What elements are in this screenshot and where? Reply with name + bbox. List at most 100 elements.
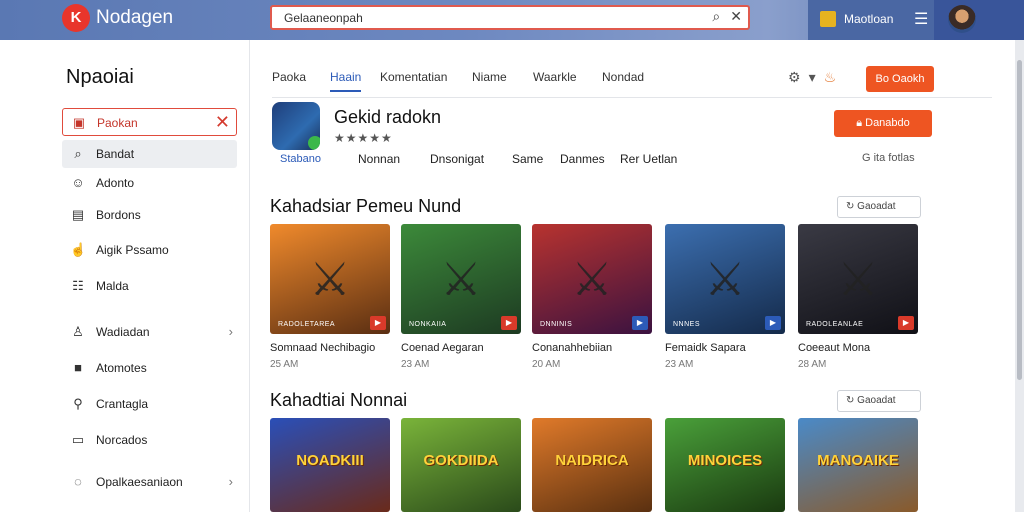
sidebar-item-label: Opalkaesaniaon [96, 475, 183, 489]
app-title: Gekid radokn [334, 107, 442, 127]
user-icon: ♙ [72, 324, 84, 339]
main-content: Paoka Haain Komentatian Niame Waarkle No… [249, 40, 1015, 512]
tab-paoka[interactable]: Paoka [272, 70, 306, 84]
game-thumbnail[interactable]: MANOAIKE [798, 418, 918, 512]
sidebar-item-wadiadan[interactable]: ♙ Wadiadan › [62, 318, 237, 346]
game-card[interactable]: MANOAIKE [798, 418, 918, 512]
character-art-icon: ⚔ [571, 253, 613, 305]
game-size: 28 AM [798, 359, 827, 370]
tab-niame[interactable]: Niame [472, 70, 507, 84]
tab-komentatian[interactable]: Komentatian [380, 70, 447, 84]
thumbnail-caption: NONKAIIA [409, 321, 447, 328]
user-name[interactable]: Maotloan [844, 12, 893, 26]
game-thumbnail[interactable]: ⚔ NONKAIIA ▶ [401, 224, 521, 334]
app-icon [272, 102, 320, 150]
sidebar-item-label: Norcados [96, 433, 148, 447]
game-card[interactable]: ⚔ NNNES ▶ Femaidk Sapara 23 AM [665, 224, 785, 370]
tab-waarkle[interactable]: Waarkle [533, 70, 577, 84]
thumbnail-caption: DNNINIS [540, 321, 573, 328]
lock-icon: 🔒︎ [856, 117, 863, 129]
sidebar-item-aigik[interactable]: ☝ Aigik Pssamo [62, 236, 237, 264]
chevron-right-icon: › [228, 324, 233, 339]
game-card[interactable]: ⚔ DNNINIS ▶ Conanahhebiian 20 AM [532, 224, 652, 370]
game-thumbnail[interactable]: ⚔ NNNES ▶ [665, 224, 785, 334]
game-card[interactable]: ⚔ RADOLETAREA ▶ Somnaad Nechibagio 25 AM [270, 224, 390, 370]
scrollbar-thumb[interactable] [1017, 60, 1022, 380]
settings-icon[interactable]: ⚙ [788, 69, 801, 86]
sidebar-item-paokan[interactable]: ▣ Paokan ✕ [62, 108, 237, 136]
search-icon[interactable]: ⌕ [712, 8, 720, 25]
app-meta-item: Same [512, 152, 544, 166]
thumbnail-caption: RADOLETAREA [278, 321, 336, 328]
game-card[interactable]: ⚔ NONKAIIA ▶ Coenad Aegaran 23 AM [401, 224, 521, 370]
sidebar-item-norcados[interactable]: ▭ Norcados [62, 426, 237, 454]
badge-icon [820, 11, 836, 27]
sidebar-item-bordons[interactable]: ▤ Bordons [62, 201, 237, 229]
store-badge-icon: ▶ [632, 316, 648, 330]
search-box[interactable]: Gelaaneonpah ⌕ ✕ [270, 5, 750, 30]
section-filter-1[interactable]: ↻ Gaoadat [837, 196, 921, 218]
tab-nondad[interactable]: Nondad [602, 70, 644, 84]
app-logo[interactable]: K [62, 4, 90, 32]
game-card[interactable]: NOADKIII [270, 418, 390, 512]
section-filter-2[interactable]: ↻ Gaoadat [837, 390, 921, 412]
search-input[interactable]: Gelaaneonpah [284, 11, 363, 25]
store-badge-icon: ▶ [765, 316, 781, 330]
app-meta-item: Nonnan [358, 152, 401, 166]
square-icon: ■ [74, 360, 82, 375]
game-card[interactable]: ⚔ RADOLEANLAE ▶ Coeeaut Mona 28 AM [798, 224, 918, 370]
game-thumbnail[interactable]: GOKDIIDA [401, 418, 521, 512]
bag-icon: ▣ [72, 115, 86, 130]
game-title[interactable]: Coenad Aegaran [401, 342, 521, 354]
game-title[interactable]: Conanahhebiian [532, 342, 652, 354]
thumbnail-title: MANOAIKE [817, 451, 899, 469]
app-meta-right[interactable]: G ita fotlas [862, 152, 915, 164]
tab-haain[interactable]: Haain [330, 70, 362, 92]
game-card[interactable]: MINOICES [665, 418, 785, 512]
game-thumbnail[interactable]: ⚔ DNNINIS ▶ [532, 224, 652, 334]
user-menu[interactable]: Maotloan ☰ [808, 0, 934, 40]
hamburger-menu-icon[interactable]: ☰ [914, 9, 928, 29]
filter-label: Gaoadat [857, 201, 896, 212]
sidebar-title: Npaoiai [66, 66, 134, 88]
chevron-down-icon[interactable]: ▾ [809, 69, 816, 86]
clear-icon[interactable]: ✕ [730, 8, 742, 25]
game-card[interactable]: GOKDIIDA [401, 418, 521, 512]
sidebar-item-bandat[interactable]: ⌕ Bandat [62, 140, 237, 168]
game-thumbnail[interactable]: ⚔ RADOLETAREA ▶ [270, 224, 390, 334]
character-art-icon: ⚔ [837, 253, 879, 305]
character-art-icon: ⚔ [309, 253, 351, 305]
game-size: 25 AM [270, 359, 299, 370]
sidebar-item-label: Wadiadan [96, 325, 150, 339]
sidebar-item-crantagla[interactable]: ⚲ Crantagla [62, 390, 237, 418]
thumbnail-caption: NNNES [673, 321, 701, 328]
sidebar-item-label: Aigik Pssamo [96, 243, 169, 257]
sidebar-item-opalkaesaniaon[interactable]: ◌ Opalkaesaniaon › [62, 468, 237, 496]
game-size: 20 AM [532, 359, 561, 370]
monitor-icon: ▭ [71, 432, 85, 447]
notification-icon[interactable]: ♨ [824, 69, 837, 86]
game-thumbnail[interactable]: NOADKIII [270, 418, 390, 512]
rating-stars: ★★★★★ [334, 131, 393, 145]
install-button-label: Danabdo [865, 117, 910, 129]
sidebar-item-malda[interactable]: ☷ Malda [62, 272, 237, 300]
avatar[interactable] [948, 5, 976, 33]
top-action-button[interactable]: Bo Oaokh [866, 66, 934, 92]
sidebar-item-adonto[interactable]: ☺ Adonto [62, 169, 237, 197]
sidebar-item-label: Bordons [96, 208, 141, 222]
game-thumbnail[interactable]: MINOICES [665, 418, 785, 512]
game-thumbnail[interactable]: NAIDRICA [532, 418, 652, 512]
sidebar-item-atomotes[interactable]: ■ Atomotes [62, 354, 237, 382]
refresh-icon: ↻ [846, 395, 855, 406]
thumbnail-title: GOKDIIDA [423, 451, 499, 469]
close-icon[interactable]: ✕ [215, 112, 230, 133]
game-title[interactable]: Coeeaut Mona [798, 342, 918, 354]
install-button[interactable]: 🔒︎ Danabdo [834, 110, 932, 137]
game-card[interactable]: NAIDRICA [532, 418, 652, 512]
game-size: 23 AM [665, 359, 694, 370]
game-thumbnail[interactable]: ⚔ RADOLEANLAE ▶ [798, 224, 918, 334]
game-title[interactable]: Femaidk Sapara [665, 342, 785, 354]
game-title[interactable]: Somnaad Nechibagio [270, 342, 390, 354]
section-title-1: Kahadsiar Pemeu Nund [270, 196, 462, 216]
app-sub-label[interactable]: Stabano [280, 153, 321, 165]
